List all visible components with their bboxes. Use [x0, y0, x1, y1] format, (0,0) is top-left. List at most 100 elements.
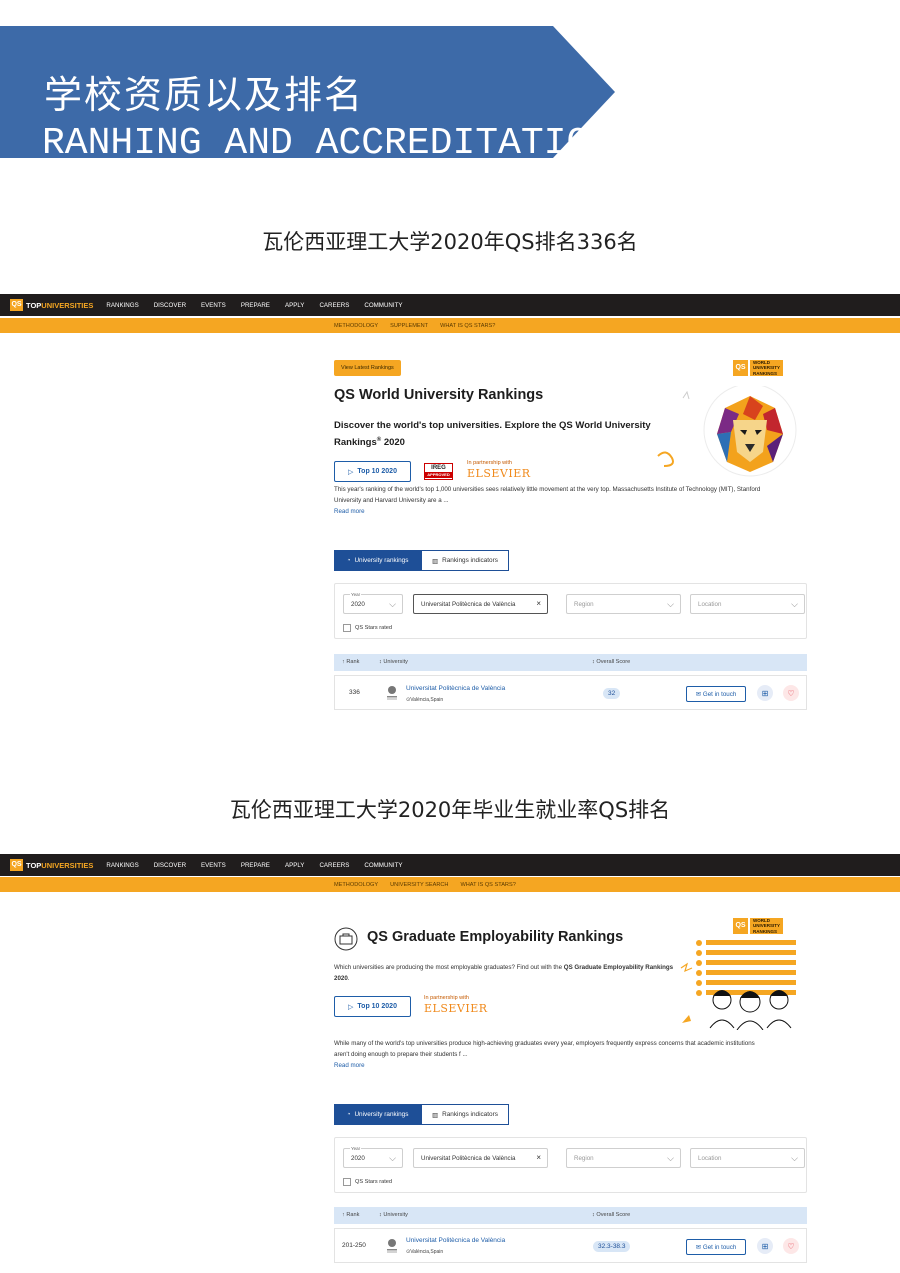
nav-careers[interactable]: CAREERS — [319, 302, 349, 309]
university-name-link[interactable]: Universitat Politècnica de València — [406, 685, 505, 692]
qs-stars-rated-checkbox[interactable]: QS Stars rated — [343, 1178, 392, 1186]
nav-discover[interactable]: DISCOVER — [154, 862, 186, 869]
tab-university-rankings[interactable]: ◔ University rankings — [334, 1104, 421, 1125]
topuniversities-logo[interactable]: QS TOPUNIVERSITIES — [10, 859, 93, 871]
wifi-icon: ◔ — [346, 557, 351, 564]
tab-rankings-indicators[interactable]: ▥ Rankings indicators — [421, 550, 509, 571]
section-banner: 学校资质以及排名 RANHING AND ACCREDITATION — [0, 26, 620, 165]
university-location: ⊙València,Spain — [406, 1249, 444, 1255]
overall-score-badge: 32 — [603, 688, 621, 699]
logo-top-text: TOP — [26, 860, 42, 870]
subnav-what-is-qs-stars[interactable]: WHAT IS QS STARS? — [440, 323, 495, 329]
overall-score-badge: 32.3-38.3 — [593, 1241, 631, 1252]
tab-rankings-indicators[interactable]: ▥ Rankings indicators — [421, 1104, 509, 1125]
university-search-input[interactable]: Universitat Politècnica de València × — [413, 1148, 548, 1168]
qs-world-university-rankings-badge: QS WORLD UNIVERSITY RANKINGS — [733, 918, 784, 934]
intro-paragraph: This year's ranking of the world's top 1… — [334, 486, 761, 504]
qs-graduate-employability-screenshot: QS TOPUNIVERSITIES RANKINGS DISCOVER EVE… — [0, 854, 900, 1273]
year-label: Year — [350, 1146, 362, 1151]
top-10-2020-button[interactable]: ▷ Top 10 2020 — [334, 996, 411, 1017]
nav-rankings[interactable]: RANKINGS — [106, 302, 138, 309]
col-rank[interactable]: ↑ Rank — [342, 659, 359, 665]
qs-logo-box: QS — [10, 859, 23, 871]
location-select[interactable]: Location ⌵ — [690, 594, 805, 614]
clear-icon[interactable]: × — [536, 1153, 541, 1162]
col-university[interactable]: ↕ University — [379, 1212, 408, 1218]
nav-careers[interactable]: CAREERS — [319, 862, 349, 869]
intro-paragraph: While many of the world's top universiti… — [334, 1040, 755, 1058]
filter-panel: Year 2020 ⌵ Universitat Politècnica de Va… — [334, 1137, 807, 1193]
topuniversities-logo[interactable]: QS TOPUNIVERSITIES — [10, 299, 93, 311]
nav-events[interactable]: EVENTS — [201, 302, 226, 309]
lion-illustration — [657, 386, 797, 477]
university-name-link[interactable]: Universitat Politècnica de València — [406, 1237, 505, 1244]
play-icon: ▷ — [348, 468, 354, 476]
nav-community[interactable]: COMMUNITY — [364, 302, 402, 309]
subnav-university-search[interactable]: UNIVERSITY SEARCH — [390, 882, 448, 888]
top-navbar: QS TOPUNIVERSITIES RANKINGS DISCOVER EVE… — [0, 854, 900, 876]
university-logo-icon — [387, 1239, 397, 1253]
heart-icon[interactable]: ♡ — [783, 685, 799, 701]
region-select[interactable]: Region ⌵ — [566, 1148, 681, 1168]
year-select[interactable]: Year 2020 ⌵ — [343, 592, 403, 614]
nav-apply[interactable]: APPLY — [285, 862, 305, 869]
top-10-2020-button[interactable]: ▷ Top 10 2020 — [334, 461, 411, 482]
qs-stars-rated-checkbox[interactable]: QS Stars rated — [343, 624, 392, 632]
ireg-approved-logo: IREG APPROVED — [424, 463, 453, 480]
sub-navbar: METHODOLOGY SUPPLEMENT WHAT IS QS STARS? — [0, 318, 900, 333]
intro-text: Which universities are producing the mos… — [334, 964, 674, 982]
top-navbar: QS TOPUNIVERSITIES RANKINGS DISCOVER EVE… — [0, 294, 900, 316]
university-logo-icon — [387, 686, 397, 700]
compare-icon[interactable]: ⊞ — [757, 1238, 773, 1254]
subnav-methodology[interactable]: METHODOLOGY — [334, 882, 378, 888]
col-overall-score[interactable]: ↕ Overall Score — [592, 659, 630, 665]
play-icon: ▷ — [348, 1003, 354, 1011]
col-overall-score[interactable]: ↕ Overall Score — [592, 1212, 630, 1218]
bar-chart-icon: ▥ — [432, 1111, 439, 1119]
year-label: Year — [350, 592, 362, 597]
location-select[interactable]: Location ⌵ — [690, 1148, 805, 1168]
qs-world-university-rankings-badge: QS WORLD UNIVERSITY RANKINGS — [733, 360, 784, 376]
get-in-touch-button[interactable]: ✉ Get in touch — [686, 686, 746, 702]
section2-caption: 瓦伦西亚理工大学2020年毕业生就业率QS排名 — [229, 798, 671, 822]
nav-discover[interactable]: DISCOVER — [154, 302, 186, 309]
subnav-methodology[interactable]: METHODOLOGY — [334, 323, 378, 329]
view-latest-rankings-button[interactable]: View Latest Rankings — [334, 360, 401, 376]
qs-world-rankings-screenshot: QS TOPUNIVERSITIES RANKINGS DISCOVER EVE… — [0, 294, 900, 714]
nav-rankings[interactable]: RANKINGS — [106, 862, 138, 869]
nav-community[interactable]: COMMUNITY — [364, 862, 402, 869]
tab-university-rankings[interactable]: ◔ University rankings — [334, 550, 421, 571]
col-university[interactable]: ↕ University — [379, 659, 408, 665]
nav-apply[interactable]: APPLY — [285, 302, 305, 309]
get-in-touch-button[interactable]: ✉ Get in touch — [686, 1239, 746, 1255]
chevron-down-icon: ⌵ — [389, 1153, 396, 1163]
page-title: QS Graduate Employability Rankings — [367, 929, 624, 945]
subnav-what-is-qs-stars[interactable]: WHAT IS QS STARS? — [460, 882, 515, 888]
wifi-icon: ◔ — [346, 1111, 351, 1118]
sub-navbar: METHODOLOGY UNIVERSITY SEARCH WHAT IS QS… — [0, 877, 900, 892]
year-select[interactable]: Year 2020 ⌵ — [343, 1146, 403, 1168]
rank-value: 201-250 — [342, 1242, 366, 1249]
checkbox-box[interactable] — [343, 624, 351, 632]
compare-icon[interactable]: ⊞ — [757, 685, 773, 701]
heart-icon[interactable]: ♡ — [783, 1238, 799, 1254]
region-select[interactable]: Region ⌵ — [566, 594, 681, 614]
read-more-link[interactable]: Read more — [334, 508, 365, 515]
subnav-supplement[interactable]: SUPPLEMENT — [390, 323, 428, 329]
nav-prepare[interactable]: PREPARE — [241, 862, 270, 869]
checkbox-box[interactable] — [343, 1178, 351, 1186]
elsevier-logo: ELSEVIER — [467, 467, 531, 480]
university-search-input[interactable]: Universitat Politècnica de València × — [413, 594, 548, 614]
read-more-link[interactable]: Read more — [334, 1062, 365, 1069]
elsevier-logo: ELSEVIER — [424, 1002, 488, 1015]
col-rank[interactable]: ↑ Rank — [342, 1212, 359, 1218]
graduates-illustration — [680, 940, 796, 1030]
mail-icon: ✉ — [695, 1243, 701, 1251]
nav-events[interactable]: EVENTS — [201, 862, 226, 869]
table-header: ↑ Rank ↕ University ↕ Overall Score — [334, 654, 807, 671]
chevron-down-icon: ⌵ — [667, 1153, 674, 1163]
banner-title-cn: 学校资质以及排名 — [44, 73, 365, 117]
nav-prepare[interactable]: PREPARE — [241, 302, 270, 309]
clear-icon[interactable]: × — [536, 599, 541, 608]
filter-panel: Year 2020 ⌵ Universitat Politècnica de Va… — [334, 583, 807, 639]
